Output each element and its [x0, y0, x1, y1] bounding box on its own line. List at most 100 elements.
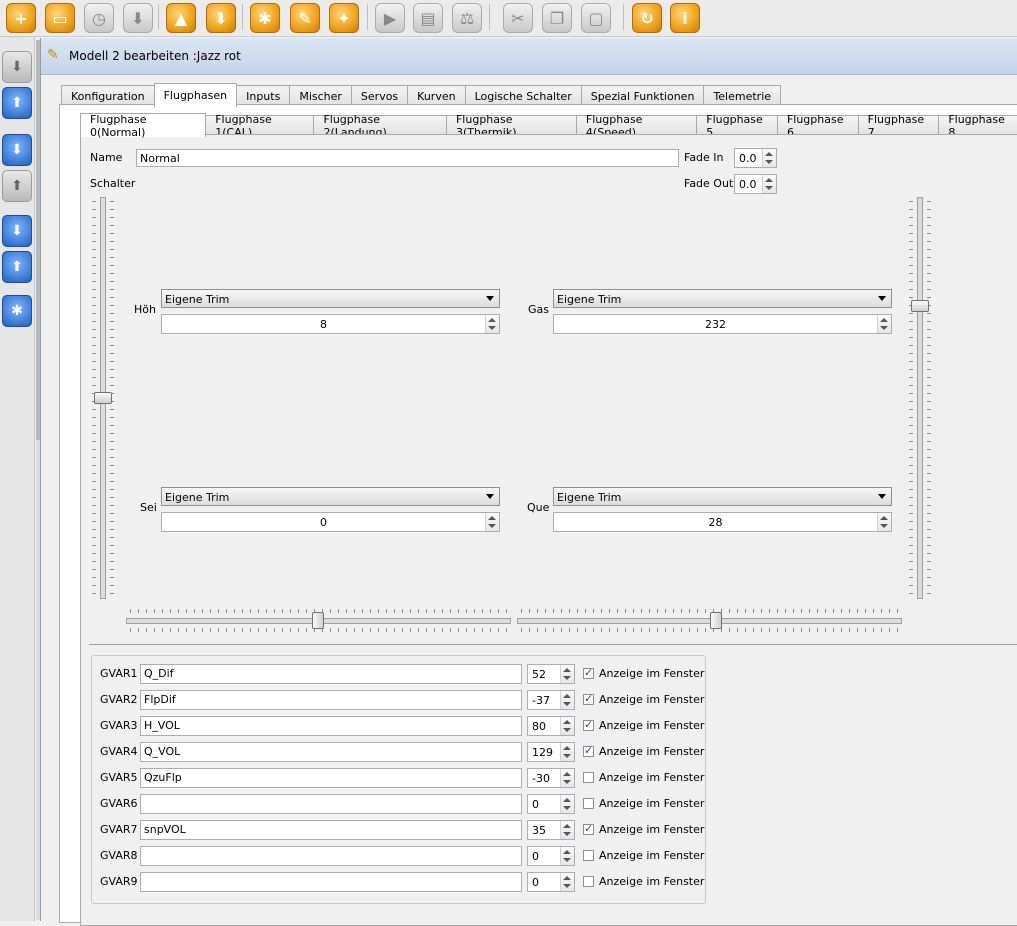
settings-gear-icon[interactable]: ✱ [250, 3, 280, 33]
compare-icon[interactable]: ⚖ [452, 3, 482, 33]
tab-mischer[interactable]: Mischer [289, 85, 352, 106]
trim-value-spinbox-que[interactable]: 28 [553, 512, 892, 532]
spin-arrows[interactable] [560, 717, 574, 735]
read-flash-icon[interactable]: ⬆ [2, 170, 32, 202]
tab-flugphase-0[interactable]: Flugphase 0(Normal) [80, 113, 207, 139]
trim-mode-select-sei[interactable]: Eigene Trim [161, 487, 500, 506]
slider-handle[interactable] [311, 612, 324, 629]
simulate-icon[interactable]: ▶ [375, 3, 405, 33]
gvar-show-checkbox[interactable] [583, 850, 594, 861]
trim-value-spinbox-sei[interactable]: 0 [161, 512, 500, 532]
gvar-show-checkbox[interactable] [583, 718, 594, 731]
slider-handle[interactable] [710, 612, 723, 629]
tab-telemetrie[interactable]: Telemetrie [703, 85, 782, 106]
info-icon[interactable]: i [670, 3, 700, 33]
spin-arrows[interactable] [560, 743, 574, 761]
gvar-value-spinbox[interactable]: -30 [527, 768, 575, 788]
trim-value-spinbox-gas[interactable]: 232 [553, 314, 892, 334]
window-titlebar[interactable]: ✎ Modell 2 bearbeiten :Jazz rot [41, 38, 1017, 75]
open-models-icon[interactable]: ▲ [166, 3, 196, 33]
spin-arrows[interactable] [560, 821, 574, 839]
gvar-show-checkbox[interactable] [583, 876, 594, 887]
trim-value-spinbox-hoeh[interactable]: 8 [161, 314, 500, 334]
trim-mode-select-gas[interactable]: Eigene Trim [553, 289, 892, 308]
gvar-show-checkbox[interactable] [583, 772, 594, 783]
recent-clock-icon[interactable]: ◷ [84, 3, 114, 33]
gvar-name-field[interactable] [140, 872, 522, 892]
download-icon[interactable]: ⬇ [206, 3, 236, 33]
gvar-value-spinbox[interactable]: -37 [527, 690, 575, 710]
tab-inputs[interactable]: Inputs [236, 85, 291, 106]
gvar-name-field[interactable]: snpVOL [140, 820, 522, 840]
open-folder-icon[interactable]: ▭ [45, 3, 75, 33]
save-icon[interactable]: ⬇ [123, 3, 153, 33]
gvar-value-spinbox[interactable]: 0 [527, 794, 575, 814]
cut-icon[interactable]: ✂ [503, 3, 533, 33]
tab-flugphasen[interactable]: Flugphasen [153, 83, 238, 107]
gvar-show-checkbox[interactable] [583, 798, 594, 809]
tab-flugphase-5[interactable]: Flugphase 5 [696, 113, 778, 139]
spin-arrows[interactable] [560, 795, 574, 813]
gvar-name-field[interactable] [140, 794, 522, 814]
tab-kurven[interactable]: Kurven [407, 85, 466, 106]
gvar-name-field[interactable]: QzuFlp [140, 768, 522, 788]
tab-servos[interactable]: Servos [350, 85, 409, 106]
tab-flugphase-1[interactable]: Flugphase 1(CAL) [205, 113, 315, 139]
gvar-name-field[interactable]: FlpDif [140, 690, 522, 710]
gvar-name-field[interactable] [140, 846, 522, 866]
spin-arrows[interactable] [762, 175, 776, 193]
gvar-show-checkbox[interactable] [583, 744, 594, 757]
new-icon[interactable]: + [6, 3, 36, 33]
slider-handle[interactable] [94, 392, 112, 404]
gvar-value-spinbox[interactable]: 80 [527, 716, 575, 736]
tab-flugphase-4[interactable]: Flugphase 4(Speed) [575, 113, 698, 139]
print-icon[interactable]: ▤ [413, 3, 443, 33]
radio-settings-icon[interactable]: ✱ [2, 295, 32, 327]
spin-arrows[interactable] [877, 315, 891, 333]
gvar-name-field[interactable]: Q_Dif [140, 664, 522, 684]
gvar-show-checkbox[interactable] [583, 822, 594, 835]
gvar-show-checkbox[interactable] [583, 692, 594, 705]
trim-mode-select-que[interactable]: Eigene Trim [553, 487, 892, 506]
read-eeprom-icon[interactable]: ⬆ [2, 251, 32, 283]
paste-icon[interactable]: ▢ [581, 3, 611, 33]
right-vertical-slider[interactable] [917, 197, 923, 599]
spin-arrows[interactable] [560, 665, 574, 683]
spin-arrows[interactable] [485, 513, 499, 531]
fade-out-spinbox[interactable]: 0.0 [734, 174, 777, 194]
tab-flugphase-7[interactable]: Flugphase 7 [857, 113, 940, 139]
tab-flugphase-8[interactable]: Flugphase 8 [938, 113, 1017, 139]
read-radio-icon[interactable]: ⬆ [2, 87, 32, 119]
phase-name-field[interactable]: Normal [136, 149, 679, 167]
update-icon[interactable]: ↻ [632, 3, 662, 33]
gvar-value-spinbox[interactable]: 0 [527, 846, 575, 866]
spin-arrows[interactable] [762, 149, 776, 167]
customize-icon[interactable]: ✎ [290, 3, 320, 33]
tab-flugphase-2[interactable]: Flugphase 2(Landung) [313, 113, 447, 139]
slider-handle[interactable] [911, 300, 929, 312]
palette-icon[interactable]: ✦ [329, 3, 359, 33]
write-flash-icon[interactable]: ⬇ [2, 134, 32, 166]
spin-arrows[interactable] [560, 691, 574, 709]
spin-arrows[interactable] [560, 847, 574, 865]
gvar-show-checkbox[interactable] [583, 666, 594, 679]
tab-spezial-funktionen[interactable]: Spezial Funktionen [580, 85, 705, 106]
gvar-name-field[interactable]: H_VOL [140, 716, 522, 736]
copy-icon[interactable]: ❐ [542, 3, 572, 33]
tab-logische-schalter[interactable]: Logische Schalter [464, 85, 582, 106]
gvar-value-spinbox[interactable]: 0 [527, 872, 575, 892]
gvar-value-spinbox[interactable]: 52 [527, 664, 575, 684]
gvar-value-spinbox[interactable]: 35 [527, 820, 575, 840]
write-radio-icon[interactable]: ⬇ [2, 51, 32, 83]
write-eeprom-icon[interactable]: ⬇ [2, 215, 32, 247]
spin-arrows[interactable] [485, 315, 499, 333]
spin-arrows[interactable] [560, 769, 574, 787]
fade-in-spinbox[interactable]: 0.0 [734, 148, 777, 168]
tab-konfiguration[interactable]: Konfiguration [61, 85, 155, 106]
gvar-value-spinbox[interactable]: 129 [527, 742, 575, 762]
gvar-name-field[interactable]: Q_VOL [140, 742, 522, 762]
tab-flugphase-6[interactable]: Flugphase 6 [776, 113, 859, 139]
trim-mode-select-hoeh[interactable]: Eigene Trim [161, 289, 500, 308]
spin-arrows[interactable] [560, 873, 574, 891]
tab-flugphase-3[interactable]: Flugphase 3(Thermik) [445, 113, 577, 139]
